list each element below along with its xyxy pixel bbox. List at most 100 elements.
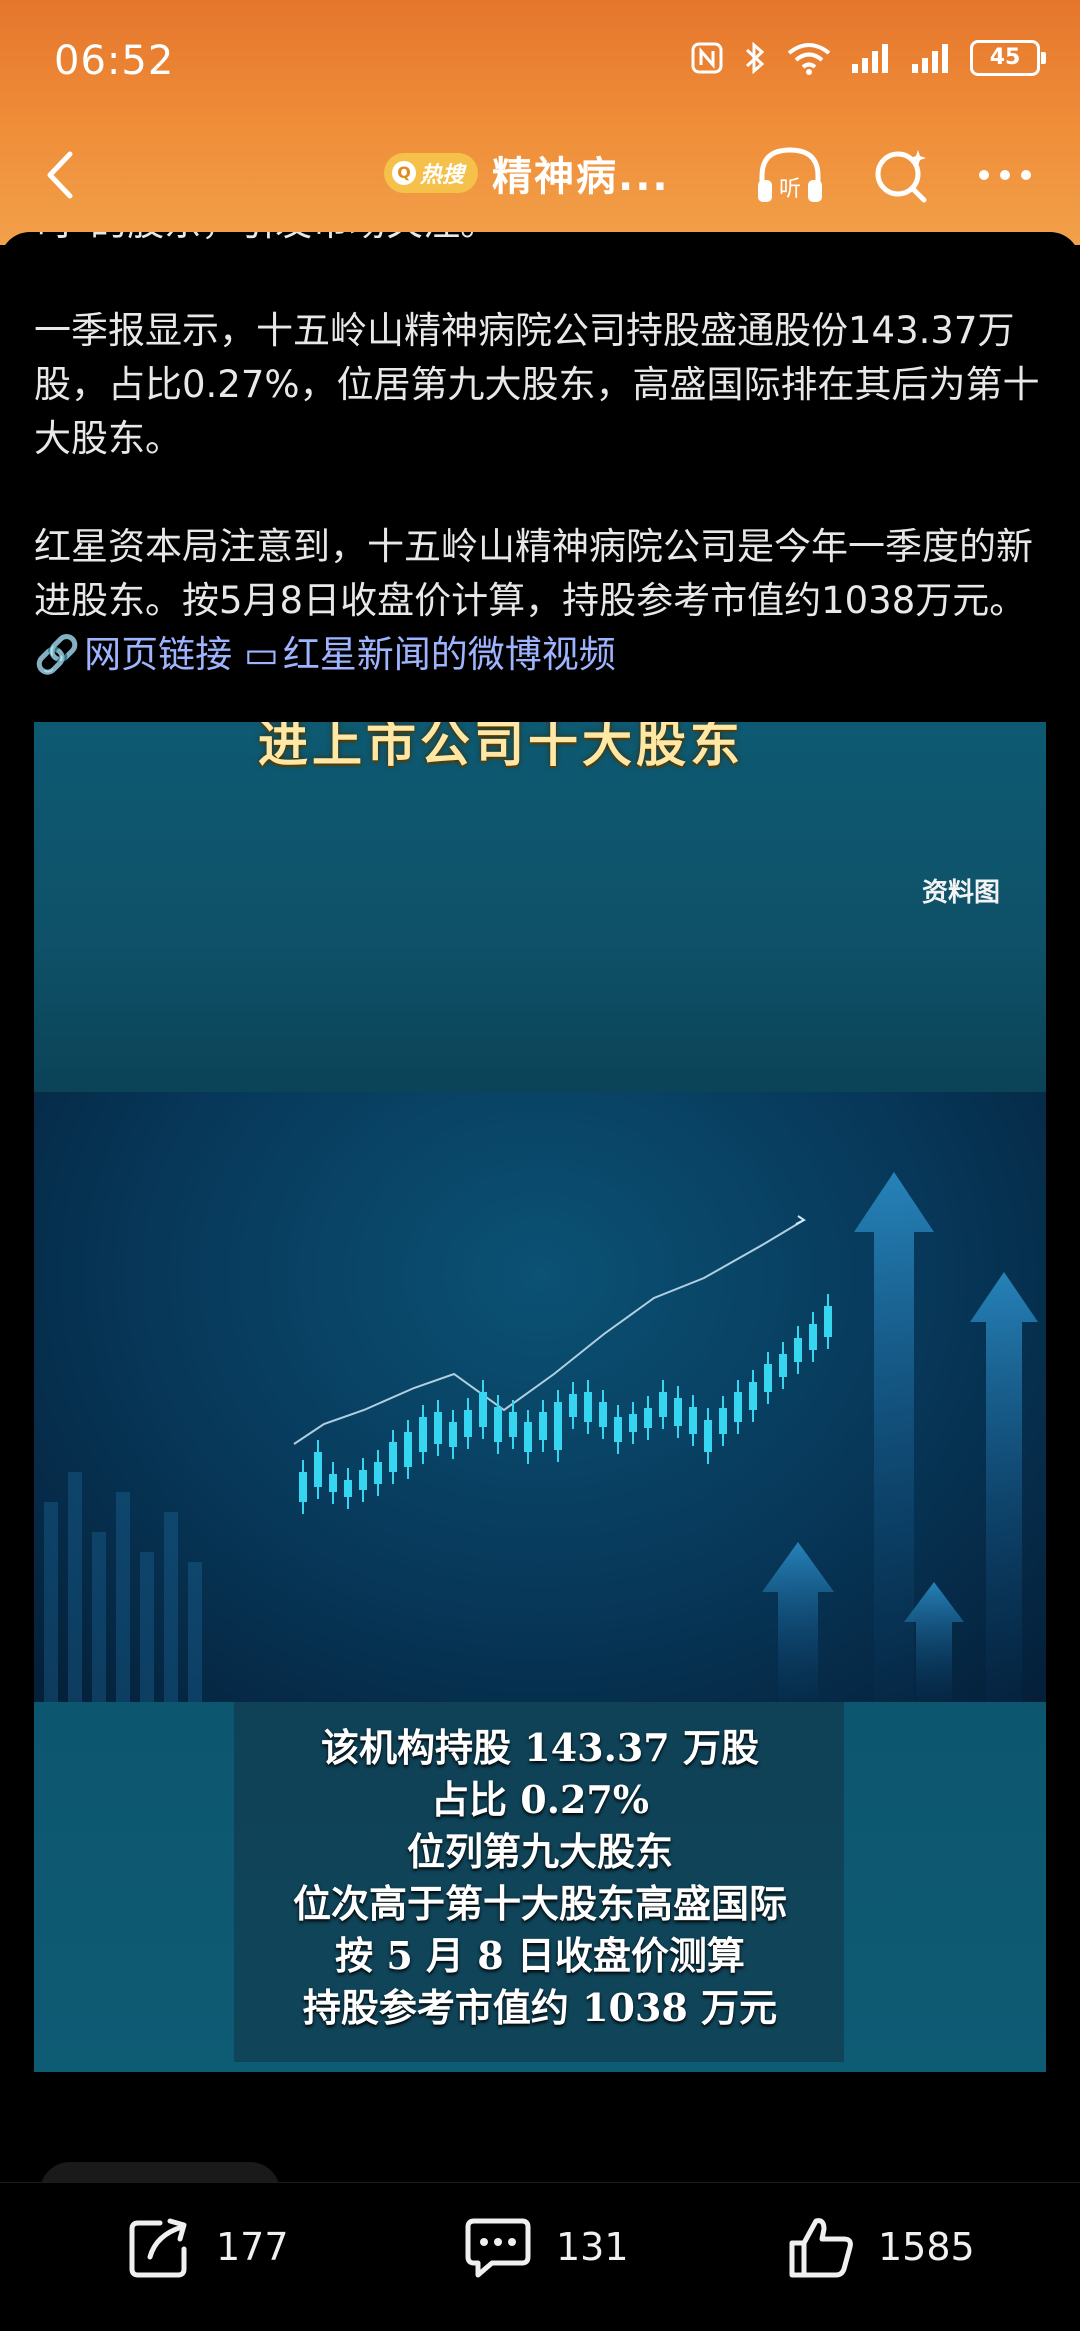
candlestick-wick: [602, 1390, 604, 1439]
candlestick-wick: [377, 1450, 379, 1496]
hot-search-label: 热搜: [420, 163, 465, 188]
candlestick-wick: [647, 1396, 649, 1440]
share-button[interactable]: 177: [126, 2213, 289, 2281]
candlestick-wick: [542, 1400, 544, 1452]
up-arrows: [762, 1172, 1038, 1702]
candlestick-wick: [557, 1390, 559, 1462]
search-small-icon: Q: [392, 161, 416, 185]
trend-line: [293, 1219, 805, 1445]
more-button[interactable]: [970, 140, 1040, 210]
caption-line: 该机构持股 143.37 万股: [321, 1725, 759, 1770]
status-icons: 45: [690, 40, 1046, 76]
share-count: 177: [216, 2225, 289, 2269]
battery-indicator: 45: [970, 40, 1046, 76]
more-icon: [979, 170, 1031, 180]
listen-button[interactable]: 听: [752, 140, 828, 210]
video-link[interactable]: ▭ 红星新闻的微博视频: [244, 633, 616, 676]
image-top-panel: 进上市公司十大股东 资料图: [34, 722, 1046, 1092]
candlestick-wick: [527, 1410, 529, 1464]
caption-line: 位次高于第十大股东高盛国际: [292, 1881, 787, 1926]
candlestick-wick: [512, 1400, 514, 1449]
bottom-action-bar: 177 131 1585: [0, 2182, 1080, 2331]
video-link-label: 红星新闻的微博视频: [282, 633, 616, 676]
comment-icon: [465, 2218, 531, 2278]
search-icon: [875, 150, 927, 203]
header: 06:52 45 Q 热搜 精神病... 听: [0, 0, 1080, 245]
image-source-label: 资料图: [921, 878, 1000, 908]
candlestick-wick: [827, 1294, 829, 1349]
weibo-article-page: 06:52 45 Q 热搜 精神病... 听 一季报显示，十五岭山精神病院公司持…: [0, 0, 1080, 2331]
candlestick-wick: [467, 1398, 469, 1449]
web-link-label: 网页链接: [84, 633, 233, 676]
faded-pill-button[interactable]: [40, 2162, 280, 2182]
article-paragraph: 红星资本局注意到，十五岭山精神病院公司是今年一季度的新进股东。按5月8日收盘价计…: [34, 520, 1046, 682]
article-paragraph: 司”的股东，引发市场关注。: [34, 232, 1046, 250]
candlestick-wick: [707, 1408, 709, 1464]
candlestick-wick: [782, 1342, 784, 1389]
image-title: 进上市公司十大股东: [258, 722, 744, 773]
candlestick-wick: [497, 1395, 499, 1454]
article-image[interactable]: 进上市公司十大股东 资料图 该机构持股 143.37 万股 占比 0.27% 位…: [34, 722, 1046, 2072]
caption-line: 持股参考市值约 1038 万元: [302, 1985, 778, 2030]
candlestick-wick: [452, 1410, 454, 1459]
candlestick-wick: [692, 1395, 694, 1446]
thumbs-up-icon: [789, 2218, 853, 2278]
candlestick-wick: [632, 1402, 634, 1444]
candlestick-wick: [407, 1420, 409, 1479]
article-content: 司”的股东，引发市场关注。 一季报显示，十五岭山精神病院公司持股盛通股份143.…: [0, 232, 1080, 2182]
candlestick-wick: [797, 1326, 799, 1374]
headphones-icon: 听: [758, 147, 822, 202]
comment-count: 131: [556, 2225, 629, 2269]
article-text: 司”的股东，引发市场关注。 一季报显示，十五岭山精神病院公司持股盛通股份143.…: [34, 232, 1046, 682]
candlestick-wick: [437, 1400, 439, 1456]
candlestick-wick: [587, 1380, 589, 1434]
signal-icon-2: [912, 44, 948, 73]
article-paragraph-text: 红星资本局注意到，十五岭山精神病院公司是今年一季度的新进股东。按5月8日收盘价计…: [34, 525, 1033, 622]
page-title: 精神病...: [492, 154, 670, 200]
candlestick-wick: [422, 1405, 424, 1464]
candlestick-wick: [677, 1386, 679, 1438]
candlestick-wick: [617, 1405, 619, 1454]
navbar: Q 热搜 精神病... 听: [0, 130, 1080, 220]
image-bottom-panel: 该机构持股 143.37 万股 占比 0.27% 位列第九大股东 位次高于第十大…: [34, 1702, 1046, 2072]
status-bar: 06:52 45: [0, 0, 1080, 120]
bluetooth-icon: [745, 41, 765, 75]
link-icon: 🔗: [34, 633, 81, 676]
comment-button[interactable]: 131: [462, 2213, 629, 2281]
caption-line: 按 5 月 8 日收盘价测算: [335, 1933, 745, 1978]
back-button[interactable]: [28, 140, 98, 210]
nfc-icon: [691, 42, 723, 74]
svg-text:听: 听: [779, 177, 801, 202]
image-caption: 该机构持股 143.37 万股 占比 0.27% 位列第九大股东 位次高于第十大…: [34, 1722, 1046, 2034]
candlestick-wick: [722, 1396, 724, 1446]
candlestick-wick: [317, 1440, 319, 1499]
candlestick-wick: [347, 1468, 349, 1509]
search-button[interactable]: [866, 140, 936, 210]
candlestick-wick: [392, 1430, 394, 1484]
web-link[interactable]: 🔗 网页链接: [34, 633, 232, 676]
article-paragraph: 一季报显示，十五岭山精神病院公司持股盛通股份143.37万股，占比0.27%，位…: [34, 309, 1040, 460]
candlestick-wick: [767, 1352, 769, 1404]
candlestick-wick: [362, 1458, 364, 1502]
candlestick-wick: [662, 1380, 664, 1429]
candlestick-wick: [812, 1312, 814, 1362]
candlestick-wick: [572, 1382, 574, 1429]
like-count: 1585: [878, 2225, 975, 2269]
candlestick-wick: [752, 1370, 754, 1422]
title-area[interactable]: Q 热搜 精神病...: [384, 144, 670, 202]
candlestick-wick: [482, 1380, 484, 1439]
chevron-left-icon: [47, 151, 73, 199]
status-time: 06:52: [54, 38, 175, 84]
caption-line: 占比 0.27%: [431, 1777, 649, 1822]
background-bars: [44, 1472, 202, 1702]
image-chart-background: [34, 1092, 1046, 1702]
video-icon: ▭: [243, 633, 279, 676]
caption-line: 位列第九大股东: [406, 1829, 673, 1874]
signal-icon: [852, 44, 888, 73]
candlestick-wick: [302, 1460, 304, 1514]
hot-search-badge: Q 热搜: [384, 153, 479, 193]
like-button[interactable]: 1585: [786, 2213, 975, 2281]
candlestick-wick: [332, 1462, 334, 1504]
share-icon: [129, 2218, 187, 2278]
wifi-icon: [787, 43, 831, 75]
